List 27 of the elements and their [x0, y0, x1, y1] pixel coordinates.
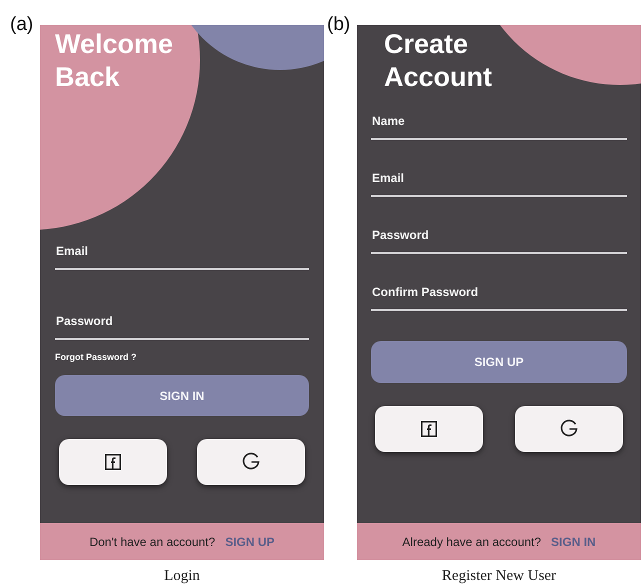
panel-label: (b) [327, 14, 352, 36]
g-letter-icon [241, 452, 261, 472]
panel-label: (a) [10, 14, 34, 36]
social-login-button[interactable] [59, 439, 167, 485]
f-square-icon [105, 454, 121, 470]
text-field[interactable]: Name [371, 110, 627, 140]
text-field[interactable]: Password [55, 310, 309, 340]
social-login-button[interactable] [375, 406, 483, 452]
social-login-button[interactable] [515, 406, 623, 452]
text-field[interactable]: Email [371, 167, 627, 197]
footer-text: Already have an account? [402, 534, 542, 548]
text-field[interactable]: Email [55, 240, 309, 270]
screen-title: Create Account [384, 28, 493, 94]
screen-title: Welcome Back [55, 28, 174, 94]
primary-button[interactable]: SIGN UP [371, 341, 627, 383]
f-square-icon [421, 421, 437, 437]
text-field[interactable]: Confirm Password [371, 281, 627, 311]
social-login-button[interactable] [197, 439, 305, 485]
figure-caption: Register New User [440, 568, 558, 585]
primary-button[interactable]: SIGN IN [55, 375, 309, 416]
footer-text: Don't have an account? [89, 534, 216, 548]
text-field[interactable]: Password [371, 224, 627, 254]
figure-caption: Login [163, 568, 201, 585]
forgot-password-link[interactable]: Forgot Password ? [55, 352, 137, 362]
g-letter-icon [559, 419, 579, 439]
footer-link[interactable]: SIGN UP [225, 534, 275, 548]
footer-link[interactable]: SIGN IN [551, 534, 596, 548]
